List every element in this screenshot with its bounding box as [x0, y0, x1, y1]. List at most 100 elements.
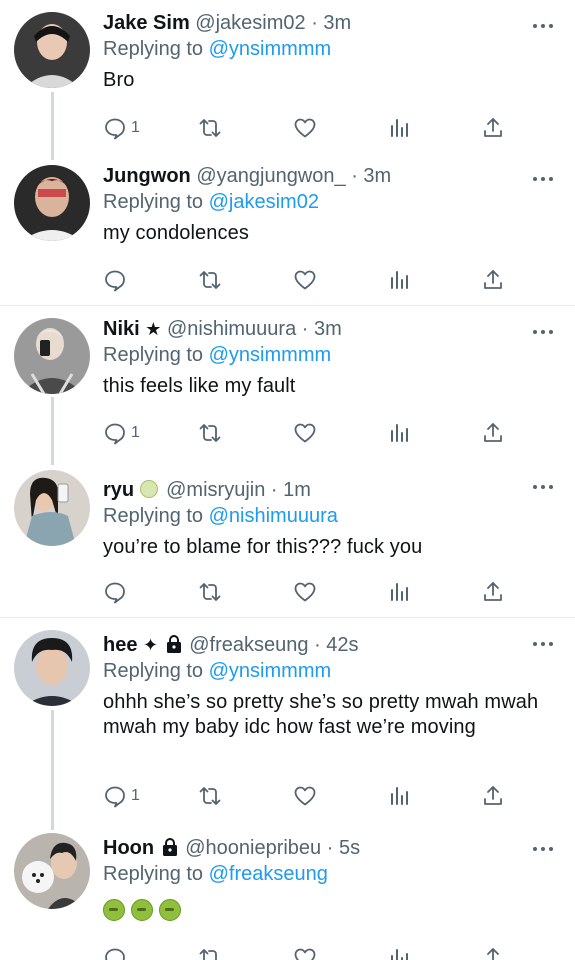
reply-button[interactable]: 1	[103, 113, 140, 143]
tweet-actions: 1	[103, 113, 523, 143]
more-icon[interactable]	[533, 640, 553, 648]
replying-to: Replying to @ynsimmmm	[103, 342, 557, 368]
retweet-button[interactable]	[198, 265, 222, 295]
tweet[interactable]: Hoon @hooniepribeu · 5s Replying to @fre…	[0, 823, 575, 960]
nauseated-emoji-icon	[131, 899, 153, 921]
share-button[interactable]	[481, 781, 505, 811]
retweet-button[interactable]	[198, 418, 222, 448]
views-button[interactable]	[388, 113, 412, 143]
avatar[interactable]	[14, 833, 90, 909]
tweet[interactable]: Jungwon @yangjungwon_ · 3m Replying to @…	[0, 155, 575, 305]
share-icon	[484, 270, 502, 289]
tweet-header: ryu @misryujin · 1m	[103, 477, 557, 503]
reply-button[interactable]: 1	[103, 781, 140, 811]
timestamp[interactable]: · 3m	[351, 165, 391, 187]
more-icon[interactable]	[533, 22, 553, 30]
more-icon[interactable]	[533, 845, 553, 853]
display-name[interactable]: Jake Sim	[103, 12, 190, 34]
tweet-text	[103, 899, 557, 925]
replying-to-mention[interactable]: @ynsimmmm	[209, 344, 332, 366]
like-button[interactable]	[293, 418, 317, 448]
share-button[interactable]	[481, 418, 505, 448]
like-button[interactable]	[293, 113, 317, 143]
timestamp[interactable]: · 3m	[311, 12, 351, 34]
tweet-text: my condolences	[103, 222, 249, 244]
reply-button[interactable]	[103, 265, 131, 295]
avatar[interactable]	[14, 165, 90, 241]
heart-icon	[294, 786, 316, 806]
tweet[interactable]: ryu @misryujin · 1m Replying to @nishimuu…	[0, 461, 575, 616]
avatar[interactable]	[14, 470, 90, 546]
views-button[interactable]	[388, 577, 412, 607]
display-name[interactable]: hee	[103, 634, 137, 656]
user-handle[interactable]: @nishimuuura	[167, 318, 296, 340]
reply-button[interactable]	[103, 943, 127, 960]
share-icon	[487, 948, 499, 960]
sparkle-badge-icon: ✦	[143, 635, 159, 655]
tweet-header: Jungwon @yangjungwon_ · 3m	[103, 163, 557, 189]
avatar[interactable]	[14, 12, 90, 88]
display-name[interactable]: Hoon	[103, 837, 154, 859]
retweet-button[interactable]	[198, 943, 222, 960]
views-button[interactable]	[388, 943, 412, 960]
share-button[interactable]	[481, 113, 505, 143]
share-button[interactable]	[481, 265, 505, 295]
user-handle[interactable]: @freakseung	[189, 634, 308, 656]
share-button[interactable]	[481, 943, 505, 960]
user-handle[interactable]: @yangjungwon_	[196, 165, 345, 187]
tweet[interactable]: hee ✦ @freakseung · 42s Replying to @yns…	[0, 618, 575, 823]
heart-icon	[294, 270, 316, 290]
reply-button[interactable]: 1	[103, 418, 140, 448]
tweet[interactable]: Jake Sim @jakesim02 · 3m Replying to @yn…	[0, 0, 575, 155]
replying-to-label: Replying to	[103, 863, 204, 885]
heart-icon	[294, 582, 316, 602]
timestamp[interactable]: · 3m	[302, 318, 342, 340]
timestamp[interactable]: · 42s	[314, 634, 358, 656]
replying-to-label: Replying to	[103, 660, 204, 682]
avatar[interactable]	[14, 630, 90, 706]
reply-button[interactable]	[103, 577, 131, 607]
heart-icon	[294, 118, 316, 138]
display-name[interactable]: Jungwon	[103, 165, 191, 187]
more-icon[interactable]	[533, 328, 553, 336]
retweet-button[interactable]	[198, 577, 222, 607]
reply-icon	[105, 270, 125, 292]
timestamp[interactable]: · 1m	[271, 479, 311, 501]
like-button[interactable]	[293, 265, 317, 295]
tweet[interactable]: Niki ★ @nishimuuura · 3m Replying to @yn…	[0, 306, 575, 461]
replying-to-label: Replying to	[103, 505, 204, 527]
tweet-actions: 1	[103, 781, 523, 811]
display-name[interactable]: ryu	[103, 479, 134, 501]
replying-to-mention[interactable]: @freakseung	[209, 863, 328, 885]
avatar[interactable]	[14, 318, 90, 394]
views-button[interactable]	[388, 265, 412, 295]
views-button[interactable]	[388, 781, 412, 811]
views-button[interactable]	[388, 418, 412, 448]
user-handle[interactable]: @hooniepribeu	[185, 837, 321, 859]
tweet-text: Bro	[103, 69, 135, 91]
retweet-button[interactable]	[198, 781, 222, 811]
tweet-header: hee ✦ @freakseung · 42s	[103, 632, 557, 658]
like-button[interactable]	[293, 781, 317, 811]
lock-badge-icon	[166, 635, 181, 653]
timestamp[interactable]: · 5s	[327, 837, 360, 859]
more-icon[interactable]	[533, 483, 553, 491]
replying-to-mention[interactable]: @nishimuuura	[209, 505, 338, 527]
user-handle[interactable]: @jakesim02	[195, 12, 305, 34]
retweet-button[interactable]	[198, 113, 222, 143]
views-icon	[391, 271, 408, 289]
like-button[interactable]	[293, 577, 317, 607]
tweet-text: ohhh she’s so pretty she’s so pretty mwa…	[103, 691, 539, 738]
more-icon[interactable]	[533, 175, 553, 183]
tweet-actions	[103, 943, 523, 960]
replying-to-mention[interactable]: @ynsimmmm	[209, 660, 332, 682]
replying-to-mention[interactable]: @jakesim02	[209, 191, 319, 213]
like-button[interactable]	[293, 943, 317, 960]
replying-to-mention[interactable]: @ynsimmmm	[209, 38, 332, 60]
lock-badge-icon	[162, 838, 177, 856]
user-handle[interactable]: @misryujin	[166, 479, 265, 501]
reply-icon	[105, 423, 125, 445]
views-icon	[391, 949, 408, 960]
share-button[interactable]	[481, 577, 505, 607]
display-name[interactable]: Niki	[103, 318, 140, 340]
